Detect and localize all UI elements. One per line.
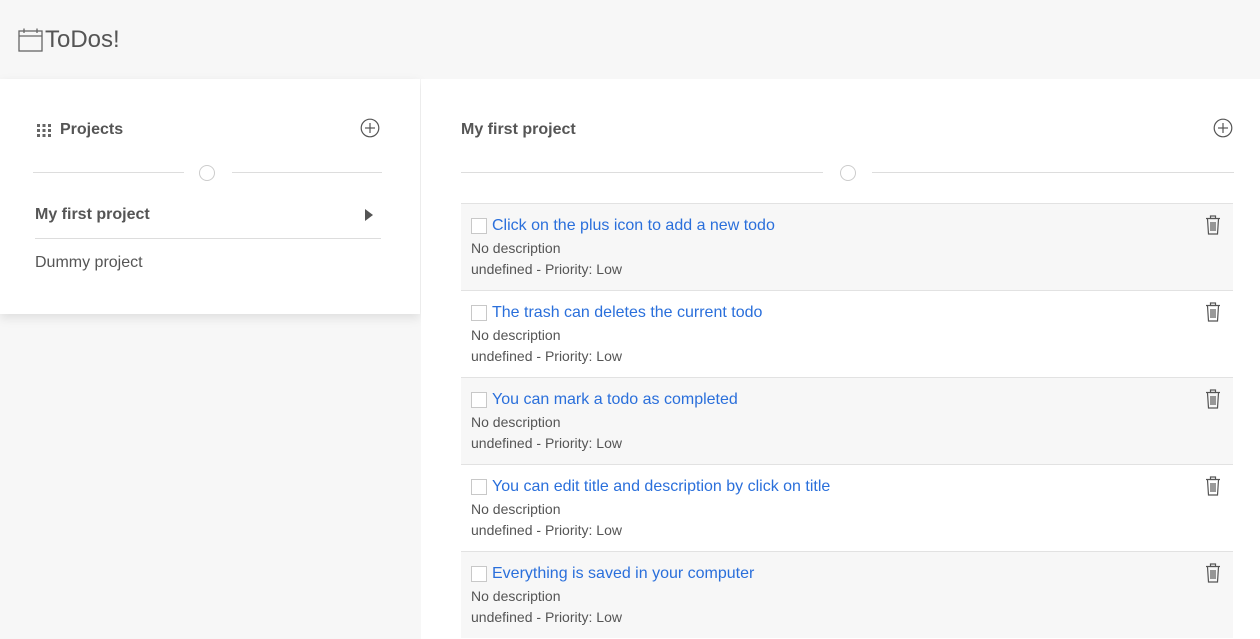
project-item-label: My first project (35, 206, 150, 223)
caret-right-icon (365, 209, 373, 221)
todo-description: No description (471, 414, 561, 430)
project-item-my-first-project[interactable]: My first project (35, 192, 381, 239)
add-project-button[interactable] (360, 118, 380, 138)
todo-meta: undefined - Priority: Low (471, 435, 622, 451)
trash-icon[interactable] (1205, 389, 1221, 409)
todo-description: No description (471, 501, 561, 517)
todo-title[interactable]: The trash can deletes the current todo (492, 304, 762, 322)
todo-checkbox[interactable] (471, 305, 487, 321)
todo-item: The trash can deletes the current todo N… (461, 290, 1233, 377)
todo-item: You can mark a todo as completed No desc… (461, 377, 1233, 464)
app-header: ToDos! (0, 0, 1260, 79)
projects-panel: Projects My first project Dummy project (0, 79, 420, 314)
project-item-dummy-project[interactable]: Dummy project (35, 239, 381, 286)
todo-checkbox[interactable] (471, 392, 487, 408)
todo-meta: undefined - Priority: Low (471, 348, 622, 364)
plus-circle-icon (1213, 118, 1233, 138)
todo-item: Click on the plus icon to add a new todo… (461, 203, 1233, 290)
trash-icon[interactable] (1205, 563, 1221, 583)
grid-icon (37, 124, 51, 137)
projects-heading-label: Projects (60, 121, 124, 138)
todo-title[interactable]: You can edit title and description by cl… (492, 478, 830, 496)
todo-checkbox[interactable] (471, 479, 487, 495)
todo-description: No description (471, 240, 561, 256)
trash-icon[interactable] (1205, 476, 1221, 496)
todos-divider (461, 164, 1234, 182)
app-title: ToDos! (45, 25, 120, 53)
project-item-label: Dummy project (35, 253, 143, 271)
add-todo-button[interactable] (1213, 118, 1233, 138)
todo-checkbox[interactable] (471, 218, 487, 234)
todo-title[interactable]: You can mark a todo as completed (492, 391, 738, 409)
todo-description: No description (471, 327, 561, 343)
todo-title[interactable]: Click on the plus icon to add a new todo (492, 217, 775, 235)
projects-divider (33, 164, 382, 182)
todo-item: Everything is saved in your computer No … (461, 551, 1233, 638)
todo-description: No description (471, 588, 561, 604)
todo-item: You can edit title and description by cl… (461, 464, 1233, 551)
todo-checkbox[interactable] (471, 566, 487, 582)
todo-title[interactable]: Everything is saved in your computer (492, 565, 754, 583)
todo-list: Click on the plus icon to add a new todo… (461, 203, 1233, 638)
projects-heading: Projects (36, 121, 123, 139)
todo-meta: undefined - Priority: Low (471, 522, 622, 538)
trash-icon[interactable] (1205, 215, 1221, 235)
calendar-icon (18, 28, 43, 52)
todos-panel: My first project Click on the plus icon … (421, 79, 1260, 639)
project-title: My first project (461, 121, 576, 139)
todo-meta: undefined - Priority: Low (471, 261, 622, 277)
plus-circle-icon (360, 118, 380, 138)
trash-icon[interactable] (1205, 302, 1221, 322)
project-title-label: My first project (461, 121, 576, 138)
todo-meta: undefined - Priority: Low (471, 609, 622, 625)
